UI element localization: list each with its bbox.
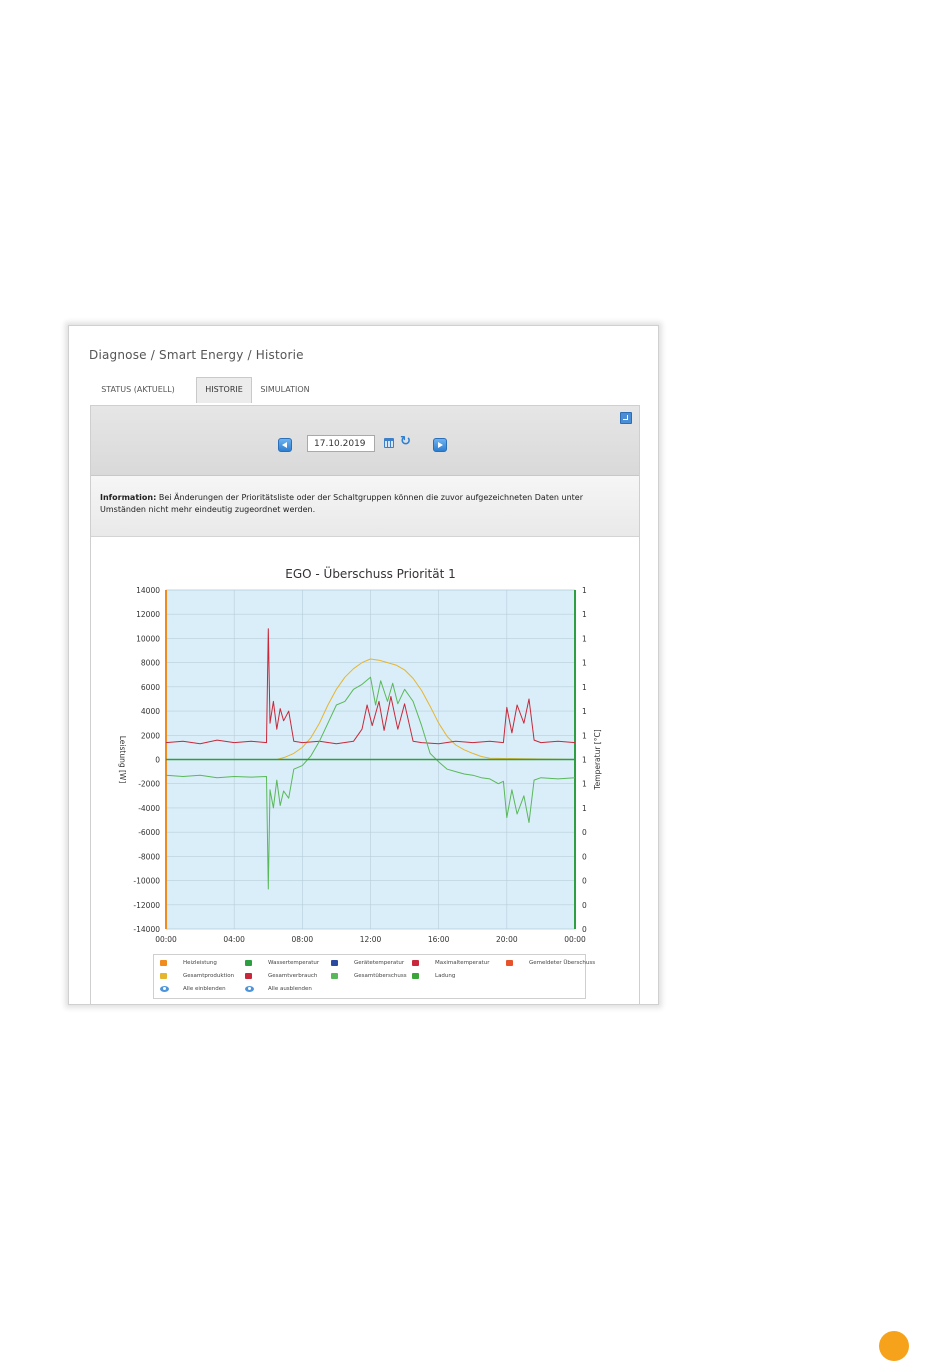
breadcrumb: Diagnose / Smart Energy / Historie: [89, 348, 304, 362]
info-message: Bei Änderungen der Prioritätsliste oder …: [100, 493, 583, 514]
y-tick-label: 12000: [136, 610, 160, 619]
chart-legend: Heizleistung Wassertemperatur Gerätetemper…: [153, 954, 595, 999]
history-chart: EGO - Überschuss Priorität 114000 112000 1…: [118, 565, 602, 944]
y-tick-label: 0: [155, 756, 160, 765]
legend-label: Gerätetemperatur: [354, 960, 405, 966]
legend-label: Ladung: [435, 973, 456, 979]
y-tick-label: -2000: [138, 780, 160, 789]
legend-swatch: [506, 960, 513, 966]
legend-label: Alle ausblenden: [268, 986, 312, 992]
eye-icon: [160, 986, 169, 992]
legend-label: Heizleistung: [183, 960, 217, 966]
date-input[interactable]: [307, 435, 375, 452]
y2-tick-label: 1: [582, 731, 587, 740]
y2-tick-label: 0: [582, 901, 587, 910]
info-section: Information: Bei Änderungen der Prioritä…: [91, 476, 639, 537]
x-tick-label: 00:00: [564, 935, 586, 944]
y-tick-label: 6000: [141, 683, 160, 692]
calendar-icon[interactable]: [384, 438, 394, 448]
tab-historie[interactable]: HISTORIE: [196, 377, 252, 403]
y2-tick-label: 1: [582, 659, 587, 668]
refresh-icon[interactable]: ↻: [400, 435, 413, 448]
chart-title: EGO - Überschuss Priorität 1: [285, 565, 456, 581]
y2-tick-label: 1: [582, 707, 587, 716]
legend-swatch: [412, 973, 419, 979]
legend-swatch: [245, 973, 252, 979]
legend-label: Gesamtproduktion: [183, 973, 235, 979]
legend-swatch: [245, 960, 252, 966]
legend-label: Alle einblenden: [183, 986, 226, 992]
y2-tick-label: 0: [582, 877, 587, 886]
y2-tick-label: 1: [582, 804, 587, 813]
y-tick-label: 14000: [136, 586, 160, 595]
legend-label: Gesamtverbrauch: [268, 973, 318, 979]
legend-swatch: [331, 960, 338, 966]
info-label: Information:: [100, 493, 157, 502]
y2-tick-label: 1: [582, 683, 587, 692]
arrow-left-icon[interactable]: [278, 438, 292, 452]
y-tick-label: -8000: [138, 852, 160, 861]
x-tick-label: 00:00: [155, 935, 177, 944]
legend-swatch: [412, 960, 419, 966]
date-toolbar: ↻: [91, 406, 639, 476]
x-tick-label: 04:00: [223, 935, 245, 944]
page-badge: [879, 1331, 909, 1361]
legend-label: Maximaltemperatur: [435, 960, 490, 966]
x-tick-label: 12:00: [360, 935, 382, 944]
eye-icon: [245, 986, 254, 992]
legend-label: Wassertemperatur: [268, 960, 320, 966]
y2-tick-label: 0: [582, 828, 587, 837]
y-tick-label: -4000: [138, 804, 160, 813]
x-tick-label: 08:00: [292, 935, 314, 944]
diagnose-window: Diagnose / Smart Energy / Historie STATU…: [68, 325, 659, 1005]
y-tick-label: 8000: [141, 659, 160, 668]
y2-tick-label: 1: [582, 780, 587, 789]
y-tick-label: -12000: [133, 901, 160, 910]
y2-tick-label: 1: [582, 586, 587, 595]
info-text: Information: Bei Änderungen der Prioritä…: [100, 492, 620, 516]
legend-swatch: [160, 960, 167, 966]
y-tick-label: 10000: [136, 634, 160, 643]
legend-label: Gesamtüberschuss: [354, 973, 407, 979]
arrow-right-icon[interactable]: [433, 438, 447, 452]
y-tick-label: -14000: [133, 925, 160, 934]
y2-tick-label: 1: [582, 634, 587, 643]
y2-tick-label: 1: [582, 756, 587, 765]
y2-tick-label: 1: [582, 610, 587, 619]
y-tick-label: -6000: [138, 828, 160, 837]
history-panel: ↻ Information: Bei Änderungen der Priori…: [90, 405, 640, 1004]
x-tick-label: 20:00: [496, 935, 518, 944]
y2-tick-label: 0: [582, 925, 587, 934]
y2-tick-label: 0: [582, 852, 587, 861]
y-axis-label: Leistung [W]: [118, 736, 127, 784]
legend-swatch: [331, 973, 338, 979]
y-tick-label: -10000: [133, 877, 160, 886]
tab-status-aktuell[interactable]: STATUS (AKTUELL): [89, 378, 187, 401]
legend-label: Gemeldeter Überschuss: [529, 960, 596, 966]
x-tick-label: 16:00: [428, 935, 450, 944]
tab-simulation[interactable]: SIMULATION: [254, 378, 316, 401]
y-tick-label: 2000: [141, 731, 160, 740]
y2-axis-label: Temperatur [°C]: [593, 729, 602, 790]
y-tick-label: 4000: [141, 707, 160, 716]
expand-icon[interactable]: [620, 412, 632, 424]
legend-swatch: [160, 973, 167, 979]
